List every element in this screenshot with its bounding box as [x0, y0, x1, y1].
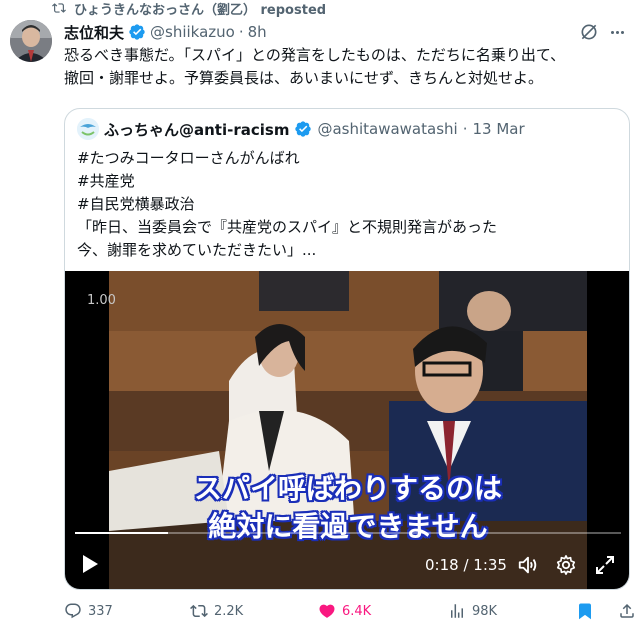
volume-icon[interactable]: [517, 554, 539, 576]
progress-fill: [75, 532, 168, 534]
quote-header: ふっちゃん@anti-racism @ashitawawatashi · 13 …: [77, 118, 525, 140]
gear-icon[interactable]: [555, 554, 577, 576]
like-icon: [319, 604, 335, 618]
video-badge: 1.00: [87, 293, 116, 308]
action-bar: 337 2.2K 6.4K 98K: [64, 602, 634, 624]
repost-text: ひょうきんなおっさん（劉乙） reposted: [74, 2, 327, 18]
verified-badge-icon: [129, 24, 145, 40]
reply-button[interactable]: 337: [64, 602, 113, 620]
repost-button[interactable]: 2.2K: [190, 602, 243, 620]
post-text: 恐るべき事態だ。「スパイ」との発言をしたものは、ただちに名乗り出て、 撤回・謝罪…: [64, 46, 566, 87]
verified-badge-icon: [295, 121, 312, 137]
quote-hashtag[interactable]: #共産党: [77, 170, 617, 193]
views-count: 98K: [472, 603, 498, 619]
post-header: 志位和夫 @shiikazuo · 8h: [64, 20, 627, 44]
separator-dot: ·: [238, 23, 244, 41]
quote-date[interactable]: 13 Mar: [472, 120, 524, 138]
repost-indicator[interactable]: ひょうきんなおっさん（劉乙） reposted: [52, 0, 327, 18]
repost-icon: [52, 3, 66, 13]
separator-dot: ·: [462, 120, 468, 138]
author-avatar[interactable]: [10, 20, 52, 62]
post-time[interactable]: 8h: [248, 23, 267, 41]
quote-avatar[interactable]: [77, 118, 99, 140]
like-count: 6.4K: [342, 603, 372, 619]
author-name[interactable]: 志位和夫: [64, 22, 124, 43]
grok-icon[interactable]: [579, 22, 599, 42]
quote-handle[interactable]: @ashitawawatashi: [317, 120, 457, 138]
repost-count: 2.2K: [214, 603, 244, 619]
share-button[interactable]: [618, 602, 636, 620]
video-player[interactable]: 1.00 スパイ呼ばわりするのは 絶対に看過できません 0:18 / 1:35: [65, 271, 629, 589]
quote-hashtag[interactable]: #自民党横暴政治: [77, 193, 617, 216]
subtitle-line-1: スパイ呼ばわりするのは: [193, 472, 502, 505]
video-time: 0:18 / 1:35: [425, 556, 507, 574]
reply-count: 337: [88, 603, 113, 619]
views-icon: [451, 604, 463, 618]
like-button[interactable]: 6.4K: [318, 602, 371, 620]
subtitle-line-2: 絶対に看過できません: [208, 510, 488, 543]
bookmark-button[interactable]: [576, 602, 594, 620]
more-icon[interactable]: [607, 22, 627, 42]
progress-bar[interactable]: [75, 532, 621, 534]
quote-author-name[interactable]: ふっちゃん@anti-racism: [104, 119, 289, 140]
author-handle[interactable]: @shiikazuo: [150, 23, 235, 41]
quote-text: #たつみコータローさんがんばれ #共産党 #自民党横暴政治 「昨日、当委員会で『…: [77, 147, 617, 262]
quoted-post[interactable]: ふっちゃん@anti-racism @ashitawawatashi · 13 …: [64, 108, 630, 590]
quote-hashtag[interactable]: #たつみコータローさんがんばれ: [77, 147, 617, 170]
share-icon: [620, 603, 634, 618]
repost-icon: [190, 604, 208, 618]
quote-line: 今、謝罪を求めていただきたい」...: [77, 241, 317, 259]
fullscreen-icon[interactable]: [595, 555, 615, 575]
bookmark-icon: [579, 603, 591, 620]
views-button[interactable]: 98K: [448, 602, 497, 620]
reply-icon: [65, 603, 81, 619]
quote-line: 「昨日、当委員会で『共産党のスパイ』と不規則発言があった: [77, 218, 498, 236]
play-icon[interactable]: [81, 554, 99, 574]
